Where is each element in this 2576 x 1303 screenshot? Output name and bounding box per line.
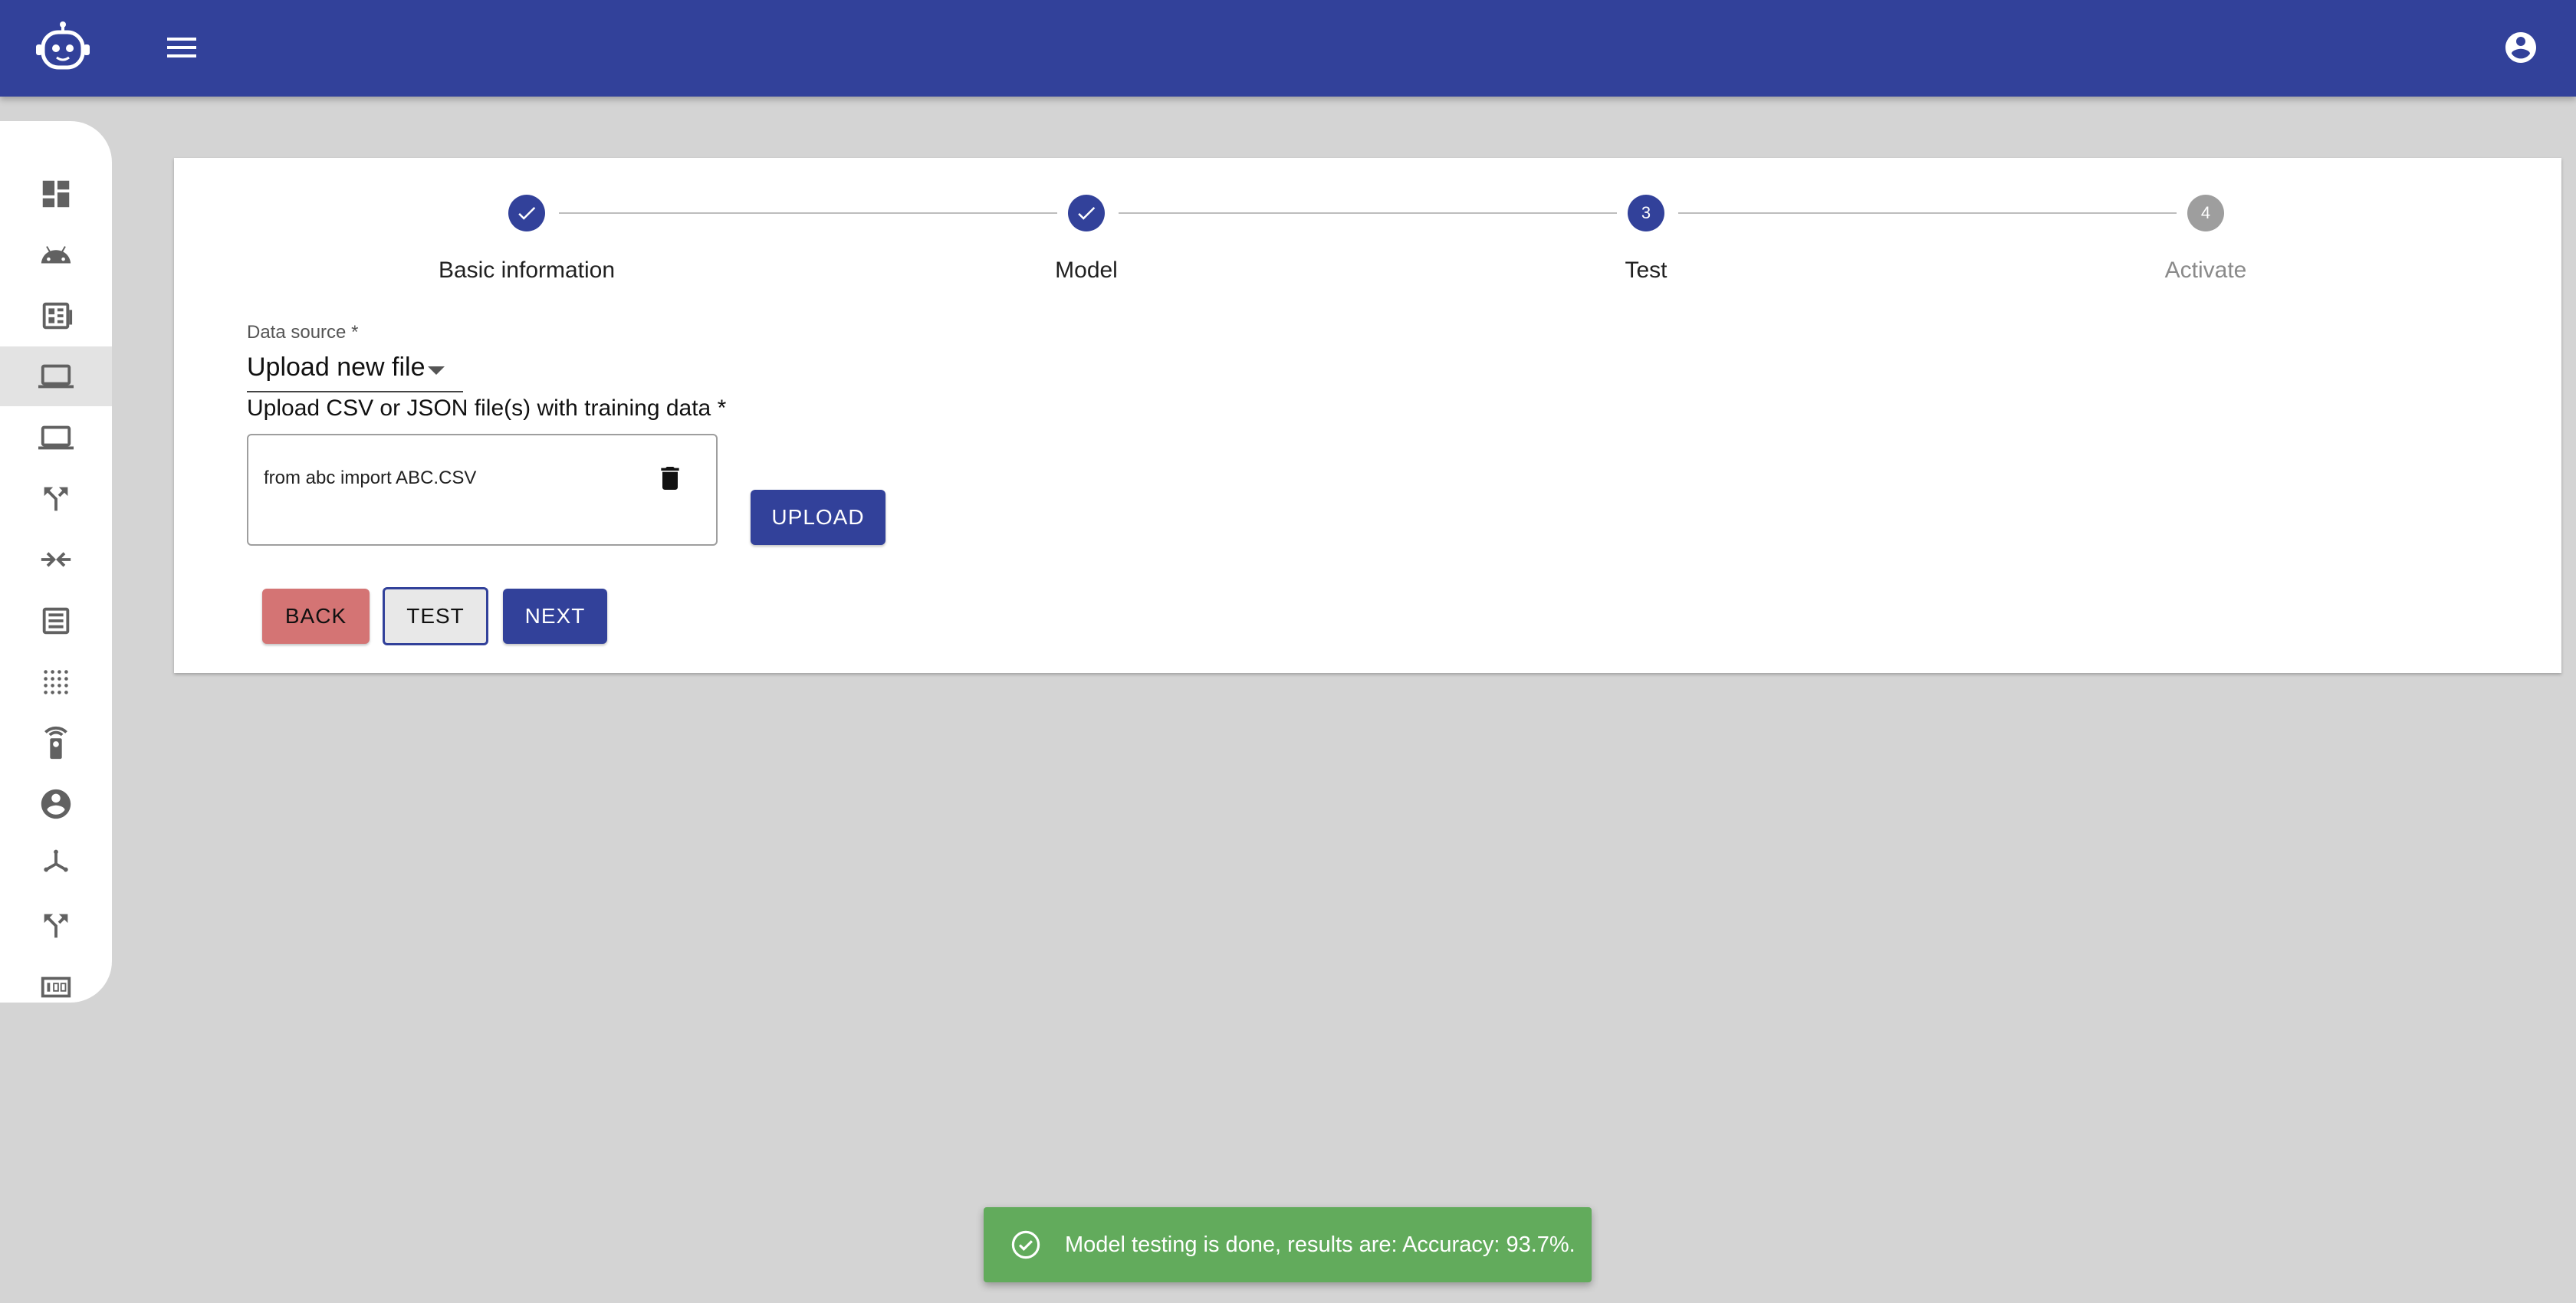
step-2-check-icon[interactable] (1068, 195, 1105, 231)
data-source-select[interactable]: Upload new file (247, 350, 463, 392)
step-4-label[interactable]: Activate (2052, 258, 2359, 284)
app-bar (0, 0, 2576, 97)
sidebar (0, 121, 112, 1003)
call-split-icon[interactable] (0, 896, 112, 956)
delete-icon[interactable] (655, 463, 685, 494)
call-split-icon[interactable] (0, 469, 112, 529)
account-circle-icon[interactable] (0, 774, 112, 834)
step-2-label[interactable]: Model (933, 258, 1240, 284)
hub-icon[interactable] (0, 835, 112, 894)
counter-icon[interactable] (0, 957, 112, 1017)
laptop-icon[interactable] (0, 346, 112, 406)
check-circle-icon (1011, 1230, 1040, 1259)
chevron-down-icon (428, 366, 445, 375)
snackbar-message: Model testing is done, results are: Accu… (1065, 1232, 1576, 1257)
arrow-merge-icon[interactable] (0, 530, 112, 589)
upload-button[interactable]: UPLOAD (751, 490, 886, 545)
back-button[interactable]: BACK (262, 589, 370, 644)
step-4-number[interactable]: 4 (2187, 195, 2224, 231)
step-connector (1119, 212, 1617, 214)
step-3-number[interactable]: 3 (1628, 195, 1664, 231)
step-3-label[interactable]: Test (1493, 258, 1799, 284)
step-1-check-icon[interactable] (508, 195, 545, 231)
remote-signal-icon[interactable] (0, 713, 112, 773)
step-connector (559, 212, 1057, 214)
robot-icon[interactable] (34, 20, 92, 74)
file-list: from abc import ABC.CSV (247, 434, 718, 546)
computer-icon[interactable] (0, 408, 112, 468)
step-connector (1678, 212, 2177, 214)
data-source-label: Data source * (247, 322, 359, 343)
test-button[interactable]: TEST (383, 587, 488, 645)
wizard-card: Basic information Model 3 Test 4 Activat… (174, 158, 2561, 673)
menu-icon[interactable] (164, 32, 199, 63)
list-document-icon[interactable] (0, 591, 112, 651)
data-source-value: Upload new file (247, 353, 426, 382)
account-circle-icon[interactable] (2502, 29, 2539, 66)
upload-label: Upload CSV or JSON file(s) with training… (247, 395, 727, 421)
grain-dots-icon[interactable] (0, 652, 112, 712)
step-1-label[interactable]: Basic information (373, 258, 680, 284)
newspaper-icon[interactable] (0, 286, 112, 346)
file-name: from abc import ABC.CSV (264, 468, 477, 488)
android-icon[interactable] (0, 225, 112, 284)
success-snackbar: Model testing is done, results are: Accu… (984, 1207, 1592, 1282)
next-button[interactable]: NEXT (503, 589, 607, 644)
dashboard-icon[interactable] (0, 164, 112, 224)
